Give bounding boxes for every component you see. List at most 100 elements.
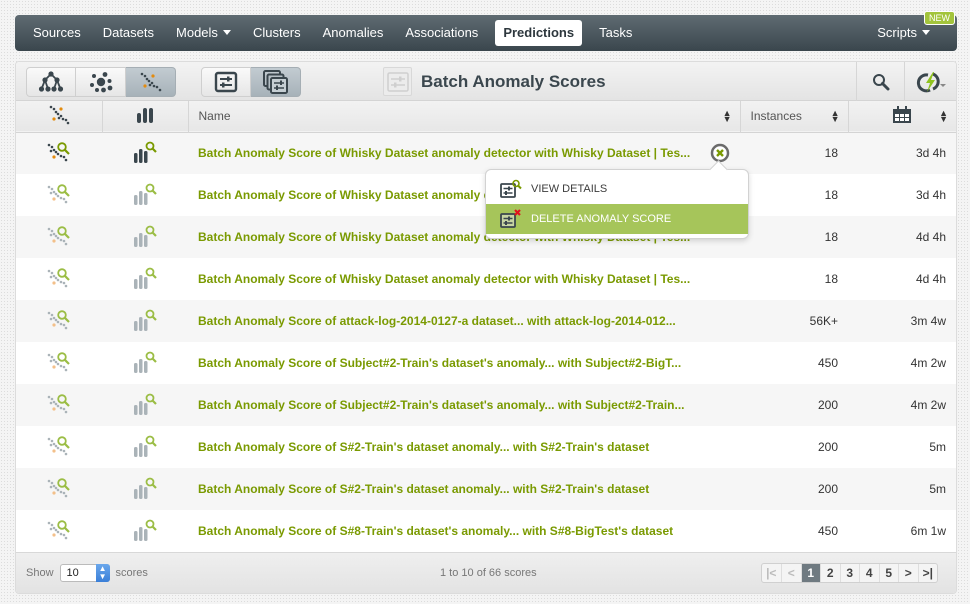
- model-view-button[interactable]: [26, 67, 76, 97]
- table-row[interactable]: Batch Anomaly Score of attack-log-2014-0…: [16, 300, 956, 342]
- page-3-button[interactable]: 3: [839, 564, 860, 582]
- prev-page-button[interactable]: <: [781, 564, 801, 582]
- age-cell: 4m 2w: [910, 398, 946, 412]
- name-cell: Batch Anomaly Score of Subject#2-Train's…: [188, 384, 740, 426]
- page-1-button[interactable]: 1: [800, 564, 820, 582]
- name-cell: Batch Anomaly Score of S#2-Train's datas…: [188, 468, 740, 510]
- name-cell: Batch Anomaly Score of Subject#2-Train's…: [188, 342, 740, 384]
- show-label: Show: [26, 567, 54, 579]
- row-name-link[interactable]: Batch Anomaly Score of S#8-Train's datas…: [198, 524, 673, 538]
- row-name-link[interactable]: Batch Anomaly Score of Whisky Dataset an…: [198, 272, 690, 286]
- age-cell: 3d 4h: [915, 146, 946, 161]
- table-row[interactable]: Batch Anomaly Score of Whisky Dataset an…: [16, 258, 956, 300]
- score-cell: [102, 342, 188, 384]
- age-cell: 6m 1w: [910, 524, 946, 538]
- column-header-name[interactable]: Name ▲ ▼: [188, 101, 741, 132]
- score-cell: [102, 468, 188, 510]
- nav-tasks[interactable]: Tasks: [588, 20, 643, 46]
- anomaly-score-icon: [47, 519, 70, 539]
- table-header: Name ▲ ▼ Instances ▲ ▼ ▲ ▼: [16, 101, 956, 132]
- nav-anomalies[interactable]: Anomalies: [312, 20, 395, 46]
- column-header-instances[interactable]: Instances ▲ ▼: [740, 101, 849, 132]
- anomaly-cell: [16, 174, 102, 216]
- score-cell: [102, 300, 188, 342]
- cluster-view-button[interactable]: [76, 67, 126, 97]
- chevron-down-icon: [222, 30, 231, 36]
- scores-label: scores: [115, 567, 148, 579]
- nav-clusters[interactable]: Clusters: [242, 20, 312, 46]
- sort-icon: ▲ ▼: [939, 108, 948, 125]
- table-footer: Show 10 ▲ ▼ scores 1 to 10 of 66 scores |<…: [16, 552, 956, 593]
- table-row[interactable]: Batch Anomaly Score of Subject#2-Train's…: [16, 342, 956, 384]
- page-title: Batch Anomaly Scores: [421, 71, 606, 91]
- instances-cell: 18: [824, 272, 838, 286]
- delete-anomaly-score-menu-item[interactable]: DELETE ANOMALY SCORE: [486, 204, 748, 234]
- instances-cell: 200: [817, 398, 838, 412]
- delete-icon: [500, 209, 521, 228]
- select-arrows-icon: ▲ ▼: [95, 564, 110, 582]
- page-2-button[interactable]: 2: [820, 564, 840, 582]
- anomaly-score-icon: [47, 183, 70, 203]
- row-name-link[interactable]: Batch Anomaly Score of S#2-Train's datas…: [198, 482, 649, 496]
- score-cell: [102, 132, 188, 174]
- nav-associations[interactable]: Associations: [394, 20, 489, 46]
- row-actions-icon[interactable]: [710, 143, 730, 163]
- search-button[interactable]: [856, 62, 904, 101]
- row-name-link[interactable]: Batch Anomaly Score of Subject#2-Train's…: [198, 398, 685, 412]
- pagination-range: 1 to 10 of 66 scores: [440, 567, 537, 579]
- row-name-link[interactable]: Batch Anomaly Score of Whisky Dataset an…: [198, 146, 690, 160]
- score-cell: [102, 174, 188, 216]
- column-header-age[interactable]: ▲ ▼: [848, 101, 956, 132]
- last-page-button[interactable]: >|: [917, 564, 938, 582]
- nav-datasets[interactable]: Datasets: [92, 20, 165, 46]
- anomaly-cell: [16, 384, 102, 426]
- name-cell: Batch Anomaly Score of S#8-Train's datas…: [188, 510, 740, 552]
- nav-predictions[interactable]: Predictions: [495, 20, 583, 46]
- instances-cell: 450: [817, 524, 838, 538]
- row-actions-menu: VIEW DETAILS DELETE ANOMALY SCORE: [485, 169, 749, 239]
- table-row[interactable]: Batch Anomaly Score of S#8-Train's datas…: [16, 510, 956, 552]
- batch-prediction-button[interactable]: [251, 67, 301, 97]
- row-name-link[interactable]: Batch Anomaly Score of attack-log-2014-0…: [198, 314, 676, 328]
- age-cell: 4m 2w: [910, 356, 946, 370]
- page-5-button[interactable]: 5: [878, 564, 899, 582]
- table-row[interactable]: Batch Anomaly Score of Whisky Dataset an…: [16, 132, 956, 174]
- score-chart-icon: [134, 393, 157, 415]
- first-page-button[interactable]: |<: [762, 564, 782, 582]
- anomaly-score-icon: [47, 393, 70, 413]
- score-chart-icon: [134, 183, 157, 205]
- age-cell: 5m: [929, 440, 946, 454]
- table-row[interactable]: Batch Anomaly Score of Subject#2-Train's…: [16, 384, 956, 426]
- name-cell: Batch Anomaly Score of S#2-Train's datas…: [188, 426, 740, 468]
- table-row[interactable]: Batch Anomaly Score of S#2-Train's datas…: [16, 426, 956, 468]
- instances-cell: 200: [817, 440, 838, 454]
- score-chart-icon: [134, 309, 157, 331]
- anomaly-score-icon: [47, 477, 70, 497]
- age-cell: 5m: [929, 482, 946, 496]
- anomaly-view-button[interactable]: [126, 67, 176, 97]
- score-chart-icon: [134, 267, 157, 289]
- nav-sources[interactable]: Sources: [22, 20, 92, 46]
- batch-anomaly-scores-table: Name ▲ ▼ Instances ▲ ▼ ▲ ▼ Batch Anomaly Scor…: [16, 101, 956, 552]
- instances-cell: 56K+: [809, 314, 838, 328]
- next-page-button[interactable]: >: [898, 564, 918, 582]
- page-size-select[interactable]: 10 ▲ ▼: [59, 564, 110, 582]
- anomaly-cell: [16, 258, 102, 300]
- row-name-link[interactable]: Batch Anomaly Score of Subject#2-Train's…: [198, 356, 681, 370]
- whizzml-menu-button[interactable]: [904, 62, 956, 101]
- score-chart-icon: [134, 477, 157, 499]
- nav-scripts-label: Scripts: [877, 25, 917, 40]
- single-prediction-button[interactable]: [201, 67, 251, 97]
- column-header-instances-label: Instances: [750, 109, 802, 124]
- column-header-score[interactable]: [102, 101, 189, 132]
- row-name-link[interactable]: Batch Anomaly Score of S#2-Train's datas…: [198, 440, 649, 454]
- page-4-button[interactable]: 4: [859, 564, 879, 582]
- column-header-anomaly[interactable]: [16, 101, 103, 132]
- table-row[interactable]: Batch Anomaly Score of S#2-Train's datas…: [16, 468, 956, 510]
- anomaly-score-icon: [47, 267, 70, 287]
- view-details-menu-item[interactable]: VIEW DETAILS: [486, 174, 748, 204]
- toolbar: Batch Anomaly Scores: [16, 62, 956, 101]
- age-cell: 3d 4h: [915, 188, 946, 202]
- nav-models[interactable]: Models: [165, 20, 242, 46]
- age-cell: 4d 4h: [915, 272, 946, 286]
